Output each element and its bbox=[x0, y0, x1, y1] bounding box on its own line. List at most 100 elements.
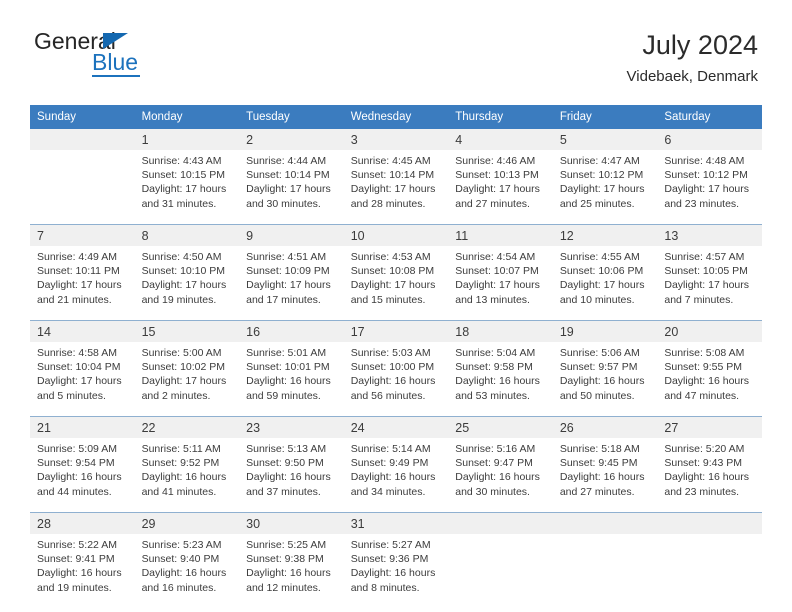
day-number[interactable]: 31 bbox=[343, 512, 449, 534]
day-details: Sunrise: 4:44 AM Sunset: 10:14 PM Daylig… bbox=[239, 150, 344, 225]
daylight-text-cont: and 7 minutes. bbox=[664, 293, 734, 306]
week-row-daynumbers: 28 29 30 31 bbox=[30, 512, 762, 534]
day-number[interactable]: 24 bbox=[343, 416, 449, 438]
day-number[interactable]: 17 bbox=[343, 320, 449, 342]
weekday-header-row: Sunday Monday Tuesday Wednesday Thursday… bbox=[30, 105, 762, 129]
day-number[interactable]: 26 bbox=[552, 416, 658, 438]
sunrise-text: Sunrise: 5:06 AM bbox=[559, 347, 640, 359]
day-number[interactable] bbox=[552, 512, 658, 534]
day-details: Sunrise: 4:45 AM Sunset: 10:14 PM Daylig… bbox=[343, 150, 449, 225]
sunset-text: Sunset: 10:09 PM bbox=[246, 265, 330, 278]
sunrise-text: Sunrise: 4:49 AM bbox=[37, 251, 117, 263]
day-number[interactable]: 1 bbox=[134, 129, 240, 150]
daylight-text-cont: and 2 minutes. bbox=[141, 389, 211, 402]
day-number[interactable]: 20 bbox=[657, 320, 762, 342]
day-number[interactable]: 11 bbox=[448, 224, 553, 246]
weekday-header-wednesday: Wednesday bbox=[343, 105, 449, 129]
day-number[interactable]: 30 bbox=[239, 512, 344, 534]
daylight-text-cont: and 44 minutes. bbox=[37, 485, 112, 498]
day-details: Sunrise: 5:01 AM Sunset: 10:01 PM Daylig… bbox=[239, 342, 344, 417]
day-number[interactable]: 27 bbox=[657, 416, 762, 438]
day-number[interactable]: 14 bbox=[30, 320, 135, 342]
sunset-text: Sunset: 10:12 PM bbox=[664, 169, 748, 182]
day-number[interactable]: 3 bbox=[343, 129, 449, 150]
day-details: Sunrise: 5:18 AM Sunset: 9:45 PM Dayligh… bbox=[552, 438, 658, 513]
daylight-text-cont: and 56 minutes. bbox=[350, 389, 426, 402]
sunrise-text: Sunrise: 4:57 AM bbox=[664, 251, 745, 263]
daylight-text-cont: and 41 minutes. bbox=[141, 485, 217, 498]
daylight-text-cont: and 28 minutes. bbox=[350, 197, 426, 210]
daylight-text-cont: and 25 minutes. bbox=[559, 197, 635, 210]
day-details bbox=[30, 150, 135, 225]
day-number[interactable]: 22 bbox=[134, 416, 240, 438]
day-number[interactable]: 19 bbox=[552, 320, 658, 342]
daylight-text: Daylight: 16 hours bbox=[350, 471, 436, 484]
day-number[interactable]: 8 bbox=[134, 224, 240, 246]
day-number[interactable]: 4 bbox=[448, 129, 553, 150]
sunset-text: Sunset: 10:14 PM bbox=[246, 169, 330, 182]
daylight-text-cont: and 37 minutes. bbox=[246, 485, 321, 498]
day-number[interactable] bbox=[657, 512, 762, 534]
logo-text-blue: Blue bbox=[92, 49, 139, 75]
daylight-text: Daylight: 16 hours bbox=[350, 567, 436, 580]
daylight-text-cont: and 10 minutes. bbox=[559, 293, 635, 306]
sunrise-text: Sunrise: 5:08 AM bbox=[664, 347, 745, 359]
daylight-text: Daylight: 17 hours bbox=[559, 279, 645, 292]
sunrise-text: Sunrise: 5:20 AM bbox=[664, 443, 745, 455]
day-number[interactable]: 6 bbox=[657, 129, 762, 150]
calendar-page: General Blue July 2024 Videbaek, Denmark… bbox=[0, 0, 792, 612]
general-blue-logo[interactable]: General Blue bbox=[34, 28, 234, 84]
day-number[interactable]: 15 bbox=[134, 320, 240, 342]
sunset-text: Sunset: 9:49 PM bbox=[350, 457, 429, 470]
day-number[interactable]: 18 bbox=[448, 320, 553, 342]
day-number[interactable] bbox=[448, 512, 553, 534]
daylight-text-cont: and 23 minutes. bbox=[664, 485, 740, 498]
weekday-header-tuesday: Tuesday bbox=[239, 105, 344, 129]
sunrise-text: Sunrise: 5:16 AM bbox=[455, 443, 536, 455]
daylight-text-cont: and 16 minutes. bbox=[141, 581, 217, 594]
daylight-text-cont: and 30 minutes. bbox=[246, 197, 321, 210]
day-details: Sunrise: 4:47 AM Sunset: 10:12 PM Daylig… bbox=[552, 150, 658, 225]
day-details: Sunrise: 4:49 AM Sunset: 10:11 PM Daylig… bbox=[30, 246, 135, 321]
daylight-text: Daylight: 17 hours bbox=[37, 279, 122, 292]
daylight-text: Daylight: 17 hours bbox=[141, 279, 227, 292]
sunrise-text: Sunrise: 5:11 AM bbox=[141, 443, 221, 455]
day-number[interactable]: 28 bbox=[30, 512, 135, 534]
daylight-text: Daylight: 16 hours bbox=[141, 471, 227, 484]
day-number[interactable]: 16 bbox=[239, 320, 344, 342]
sunrise-text: Sunrise: 5:22 AM bbox=[37, 539, 117, 551]
day-number[interactable]: 13 bbox=[657, 224, 762, 246]
day-number[interactable]: 5 bbox=[552, 129, 658, 150]
sunrise-text: Sunrise: 4:45 AM bbox=[350, 155, 431, 167]
day-number[interactable]: 29 bbox=[134, 512, 240, 534]
daylight-text: Daylight: 17 hours bbox=[350, 183, 436, 196]
day-details: Sunrise: 5:23 AM Sunset: 9:40 PM Dayligh… bbox=[134, 534, 240, 608]
sunset-text: Sunset: 10:08 PM bbox=[350, 265, 435, 278]
sunset-text: Sunset: 10:07 PM bbox=[455, 265, 539, 278]
sunrise-text: Sunrise: 4:48 AM bbox=[664, 155, 745, 167]
day-number[interactable]: 12 bbox=[552, 224, 658, 246]
day-number[interactable]: 23 bbox=[239, 416, 344, 438]
day-number[interactable]: 2 bbox=[239, 129, 344, 150]
day-number[interactable]: 25 bbox=[448, 416, 553, 438]
week-row-details: Sunrise: 4:58 AM Sunset: 10:04 PM Daylig… bbox=[30, 342, 762, 417]
day-number[interactable]: 7 bbox=[30, 224, 135, 246]
day-number[interactable]: 10 bbox=[343, 224, 449, 246]
sunset-text: Sunset: 10:05 PM bbox=[664, 265, 748, 278]
sunset-text: Sunset: 10:12 PM bbox=[559, 169, 644, 182]
daylight-text: Daylight: 17 hours bbox=[246, 183, 331, 196]
day-number[interactable] bbox=[30, 129, 135, 150]
sunset-text: Sunset: 9:50 PM bbox=[246, 457, 324, 470]
sunrise-text: Sunrise: 5:27 AM bbox=[350, 539, 431, 551]
daylight-text-cont: and 15 minutes. bbox=[350, 293, 426, 306]
week-row-details: Sunrise: 5:09 AM Sunset: 9:54 PM Dayligh… bbox=[30, 438, 762, 513]
day-number[interactable]: 21 bbox=[30, 416, 135, 438]
daylight-text: Daylight: 16 hours bbox=[246, 375, 331, 388]
sunset-text: Sunset: 9:54 PM bbox=[37, 457, 115, 470]
day-number[interactable]: 9 bbox=[239, 224, 344, 246]
day-details: Sunrise: 5:14 AM Sunset: 9:49 PM Dayligh… bbox=[343, 438, 449, 513]
day-details: Sunrise: 4:46 AM Sunset: 10:13 PM Daylig… bbox=[448, 150, 553, 225]
week-row-daynumbers: 1 2 3 4 5 6 bbox=[30, 129, 762, 150]
page-title: July 2024 bbox=[642, 30, 758, 60]
week-row-daynumbers: 21 22 23 24 25 26 27 bbox=[30, 416, 762, 438]
